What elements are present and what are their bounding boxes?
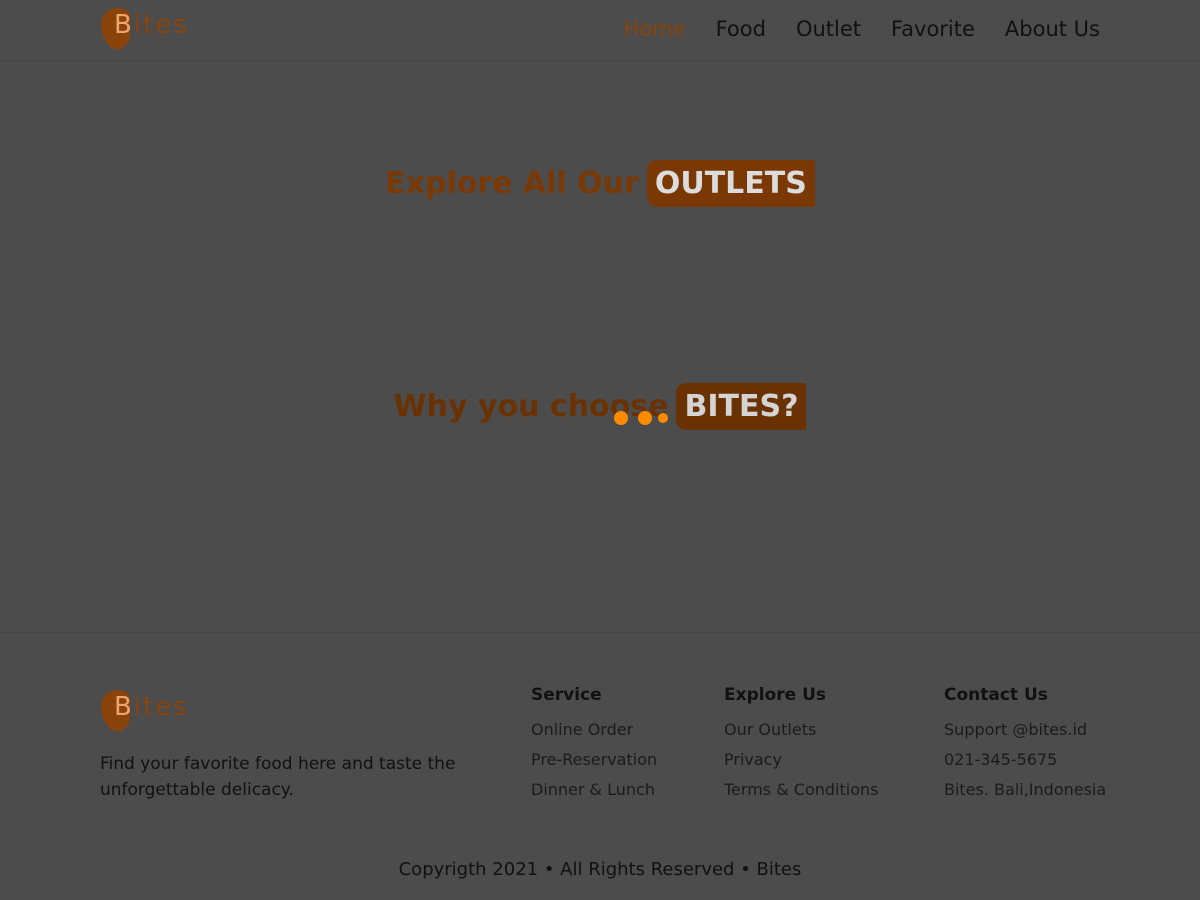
footer-link-online-order[interactable]: Online Order [531,715,657,745]
main-nav: Home Food Outlet Favorite About Us [624,17,1100,41]
logo-letter: B [114,692,134,722]
outlets-heading-highlight: OUTLETS [646,160,815,207]
footer-column-explore: Explore Us Our Outlets Privacy Terms & C… [724,685,878,805]
footer-link-pre-reservation[interactable]: Pre-Reservation [531,745,657,775]
why-heading-highlight: BITES? [676,383,807,430]
footer-column-contact: Contact Us Support @bites.id 021-345-567… [944,685,1106,805]
nav-outlet[interactable]: Outlet [796,17,861,41]
footer-link-privacy[interactable]: Privacy [724,745,878,775]
copyright-text: Copyrigth 2021 • All Rights Reserved • B… [398,859,802,880]
footer-column-service: Service Online Order Pre-Reservation Din… [531,685,657,805]
loader-dot [638,411,652,425]
footer-link-our-outlets[interactable]: Our Outlets [724,715,878,745]
footer-link-terms[interactable]: Terms & Conditions [724,775,878,805]
footer-tagline: Find your favorite food here and taste t… [100,754,456,800]
footer-link-dinner-lunch[interactable]: Dinner & Lunch [531,775,657,805]
nav-home[interactable]: Home [624,17,686,41]
footer-link-support-email[interactable]: Support @bites.id [944,715,1106,745]
logo-text: ites [133,692,189,722]
footer-column-title: Contact Us [944,685,1048,705]
footer-link-address[interactable]: Bites. Bali,Indonesia [944,775,1106,805]
nav-about-us[interactable]: About Us [1005,17,1100,41]
footer-link-phone[interactable]: 021-345-5675 [944,745,1106,775]
footer-logo[interactable]: Bites [100,688,187,732]
nav-favorite[interactable]: Favorite [891,17,975,41]
logo-wordmark: Bites [114,10,189,40]
why-heading: Why you choose BITES? [0,383,1200,430]
logo-text: ites [133,10,189,40]
footer-column-title: Explore Us [724,685,827,705]
brand-logo[interactable]: Bites [100,6,187,50]
site-header: Bites Home Food Outlet Favorite About Us [0,0,1200,61]
loading-indicator [614,411,674,425]
nav-food[interactable]: Food [716,17,766,41]
outlets-heading: Explore All Our OUTLETS [0,160,1200,207]
logo-wordmark: Bites [114,692,189,722]
footer-column-title: Service [531,685,602,705]
loader-dot [614,411,628,425]
outlets-heading-text: Explore All Our [385,166,639,201]
site-footer: Bites Find your favorite food here and t… [0,632,1200,900]
loader-dot [658,413,668,423]
logo-letter: B [114,10,134,40]
